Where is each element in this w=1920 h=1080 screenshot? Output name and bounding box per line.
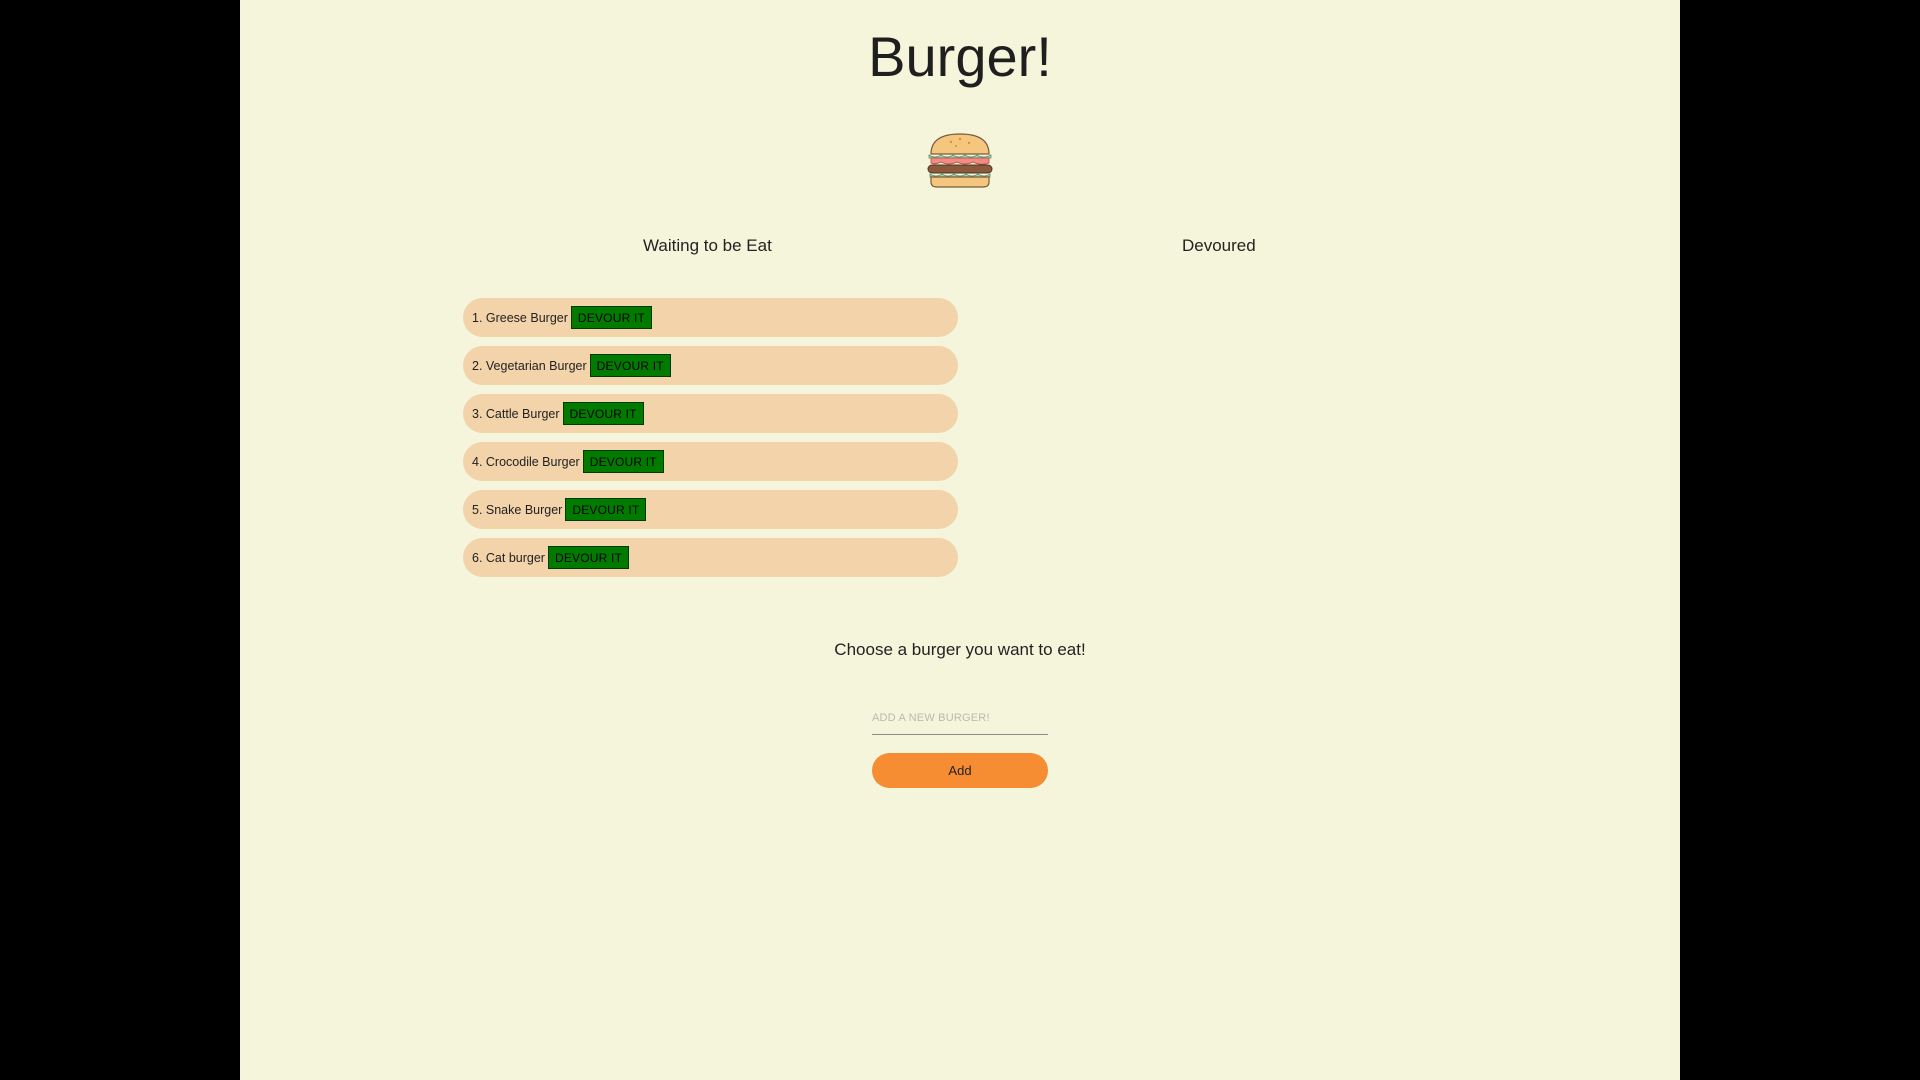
new-burger-input[interactable] [872,702,1048,735]
waiting-column-heading: Waiting to be Eat [643,236,772,255]
page: Burger! Waiting to be Eat Devoured 1. Gr… [240,0,1680,1080]
burger-name: 3. Cattle Burger [472,406,560,421]
page-title: Burger! [868,25,1052,88]
burger-name: 6. Cat burger [472,550,545,565]
devoured-column-heading: Devoured [1182,236,1256,255]
list-item: 4. Crocodile Burger DEVOUR IT [463,442,958,481]
devour-button[interactable]: DEVOUR IT [570,306,653,329]
burger-name: 2. Vegetarian Burger [472,358,587,373]
list-item: 1. Greese Burger DEVOUR IT [463,298,958,337]
burger-name: 5. Snake Burger [472,502,563,517]
add-button[interactable]: Add [872,753,1048,788]
burger-name: 1. Greese Burger [472,310,568,325]
list-item: 3. Cattle Burger DEVOUR IT [463,394,958,433]
list-item: 2. Vegetarian Burger DEVOUR IT [463,346,958,385]
list-item: 5. Snake Burger DEVOUR IT [463,490,958,529]
choose-burger-prompt: Choose a burger you want to eat! [834,640,1086,659]
devour-button[interactable]: DEVOUR IT [565,498,647,521]
waiting-list: 1. Greese Burger DEVOUR IT 2. Vegetarian… [463,298,958,586]
devour-button[interactable]: DEVOUR IT [589,354,671,377]
devour-button[interactable]: DEVOUR IT [582,450,664,473]
devour-button[interactable]: DEVOUR IT [547,546,630,569]
devour-button[interactable]: DEVOUR IT [562,402,644,425]
burger-icon [927,133,993,188]
burger-name: 4. Crocodile Burger [472,454,580,469]
list-item: 6. Cat burger DEVOUR IT [463,538,958,577]
